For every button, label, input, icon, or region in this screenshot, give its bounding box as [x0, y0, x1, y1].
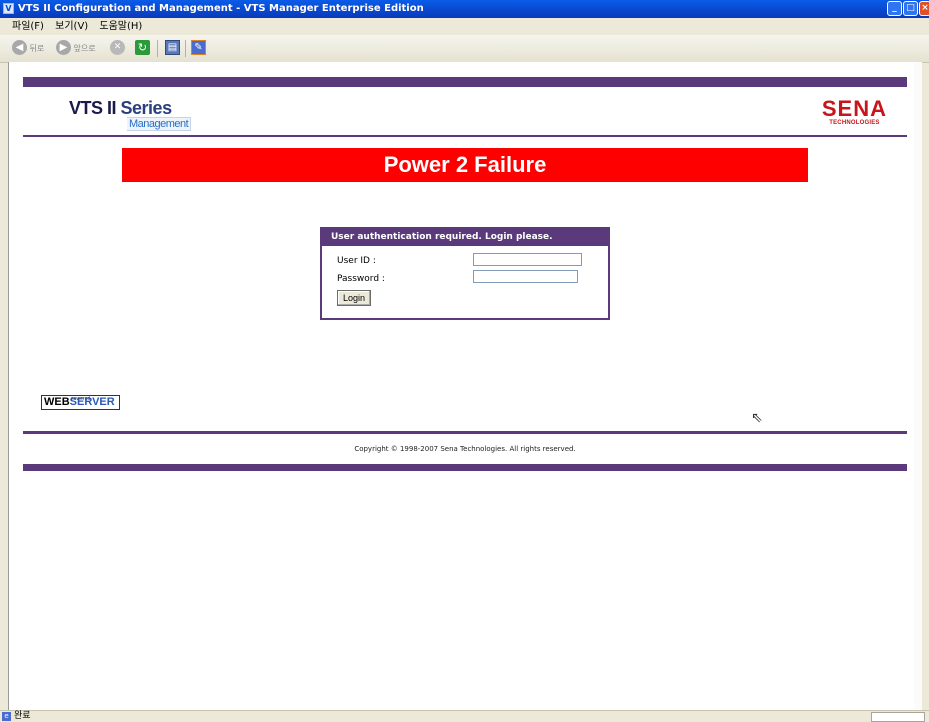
menu-help[interactable]: 도움말(H) — [95, 18, 146, 35]
brand-sub: TECHNOLOGIES — [829, 120, 880, 126]
page-status-icon: e — [2, 712, 11, 721]
page-header: VTS II Series Management SENA TECHNOLOGI… — [23, 88, 907, 137]
toolbar-separator — [185, 40, 186, 57]
badge-web: WEB — [44, 396, 70, 408]
forward-button[interactable]: ▶ 앞으로 — [56, 40, 96, 57]
print-icon[interactable]: ▤ — [165, 40, 180, 55]
forward-icon: ▶ — [56, 40, 71, 55]
back-button[interactable]: ◀ 뒤로 — [12, 40, 44, 57]
back-label: 뒤로 — [29, 44, 45, 53]
scroll-track[interactable] — [914, 62, 922, 710]
logo-sub: Management — [127, 117, 192, 131]
status-text: 완료 — [14, 711, 31, 721]
page-footer: Copyright © 1998-2007 Sena Technologies.… — [23, 434, 907, 464]
page-content: VTS II Series Management SENA TECHNOLOGI… — [8, 62, 922, 710]
forward-label: 앞으로 — [73, 44, 96, 53]
menu-file[interactable]: 파일(F) — [8, 18, 48, 35]
login-panel: User authentication required. Login plea… — [320, 227, 610, 320]
top-band — [23, 77, 907, 87]
close-button[interactable]: × — [919, 1, 929, 16]
userid-label: User ID : — [337, 256, 376, 266]
refresh-icon[interactable]: ↻ — [135, 40, 150, 55]
maximize-button[interactable]: □ — [903, 1, 918, 16]
stop-icon: ✕ — [110, 40, 125, 55]
sena-logo: SENA TECHNOLOGIES — [822, 98, 887, 127]
window-titlebar: V VTS II Configuration and Management - … — [0, 0, 929, 18]
logo-series: Series — [120, 98, 173, 118]
window-title: VTS II Configuration and Management - VT… — [18, 3, 424, 14]
toolbar: ◀ 뒤로 ▶ 앞으로 ✕ ↻ ▤ ✎ — [0, 35, 929, 63]
app-icon: V — [3, 3, 14, 14]
toolbar-separator — [157, 40, 158, 57]
login-heading: User authentication required. Login plea… — [322, 229, 608, 246]
brand-name: SENA — [821, 96, 887, 121]
minimize-button[interactable]: _ — [887, 1, 902, 16]
menu-bar: 파일(F) 보기(V) 도움말(H) — [0, 18, 929, 35]
mouse-cursor-icon: ⇖ — [751, 410, 763, 426]
userid-input[interactable] — [473, 253, 582, 266]
webserver-badge: powered WEBSERVER — [41, 395, 120, 410]
back-icon: ◀ — [12, 40, 27, 55]
copyright-text: Copyright © 1998-2007 Sena Technologies.… — [354, 445, 576, 453]
edit-icon[interactable]: ✎ — [191, 40, 206, 55]
logo-main: VTS II — [69, 98, 117, 118]
password-input[interactable] — [473, 270, 578, 283]
vts-logo: VTS II Series Management — [69, 98, 192, 131]
badge-tiny: powered — [71, 396, 91, 402]
footer-bottom-band — [23, 464, 907, 471]
status-bar: e 완료 — [0, 710, 929, 722]
login-button[interactable]: Login — [337, 290, 372, 306]
password-label: Password : — [337, 274, 385, 284]
stop-button[interactable]: ✕ — [110, 40, 125, 57]
power-failure-alert: Power 2 Failure — [122, 148, 808, 182]
menu-view[interactable]: 보기(V) — [51, 18, 92, 35]
